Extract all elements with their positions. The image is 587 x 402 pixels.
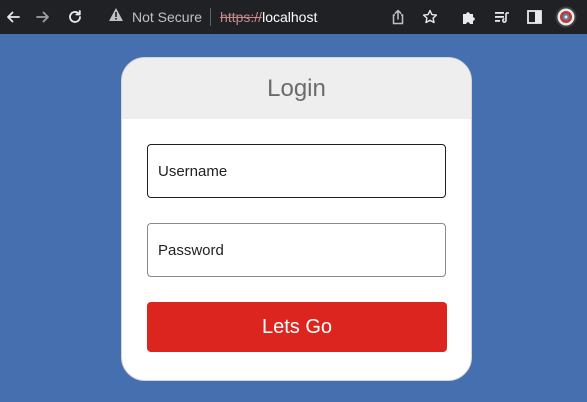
back-arrow-icon[interactable] [2, 0, 24, 34]
star-icon[interactable] [420, 0, 440, 34]
side-panel-icon[interactable] [524, 0, 544, 34]
share-icon[interactable] [389, 0, 407, 34]
login-card: Login Lets Go [121, 57, 472, 381]
puzzle-icon[interactable] [459, 0, 479, 34]
address-bar[interactable]: Not Secure https://localhost [100, 0, 317, 34]
profile-avatar-icon[interactable] [553, 0, 579, 34]
address-divider [210, 8, 212, 26]
browser-toolbar: Not Secure https://localhost [0, 0, 587, 34]
lets-go-button[interactable]: Lets Go [147, 302, 447, 352]
forward-arrow-icon[interactable] [32, 0, 54, 34]
warning-icon [108, 7, 124, 27]
url-scheme: https:// [220, 9, 263, 25]
username-input[interactable] [147, 144, 446, 198]
reload-icon[interactable] [64, 0, 86, 34]
login-title: Login [267, 74, 326, 102]
security-status[interactable]: Not Secure [132, 9, 202, 25]
url-host: localhost [262, 9, 318, 25]
url-text[interactable]: https://localhost [220, 9, 317, 25]
password-input[interactable] [147, 223, 446, 277]
login-header: Login [122, 58, 471, 119]
reading-list-icon[interactable] [492, 0, 512, 34]
